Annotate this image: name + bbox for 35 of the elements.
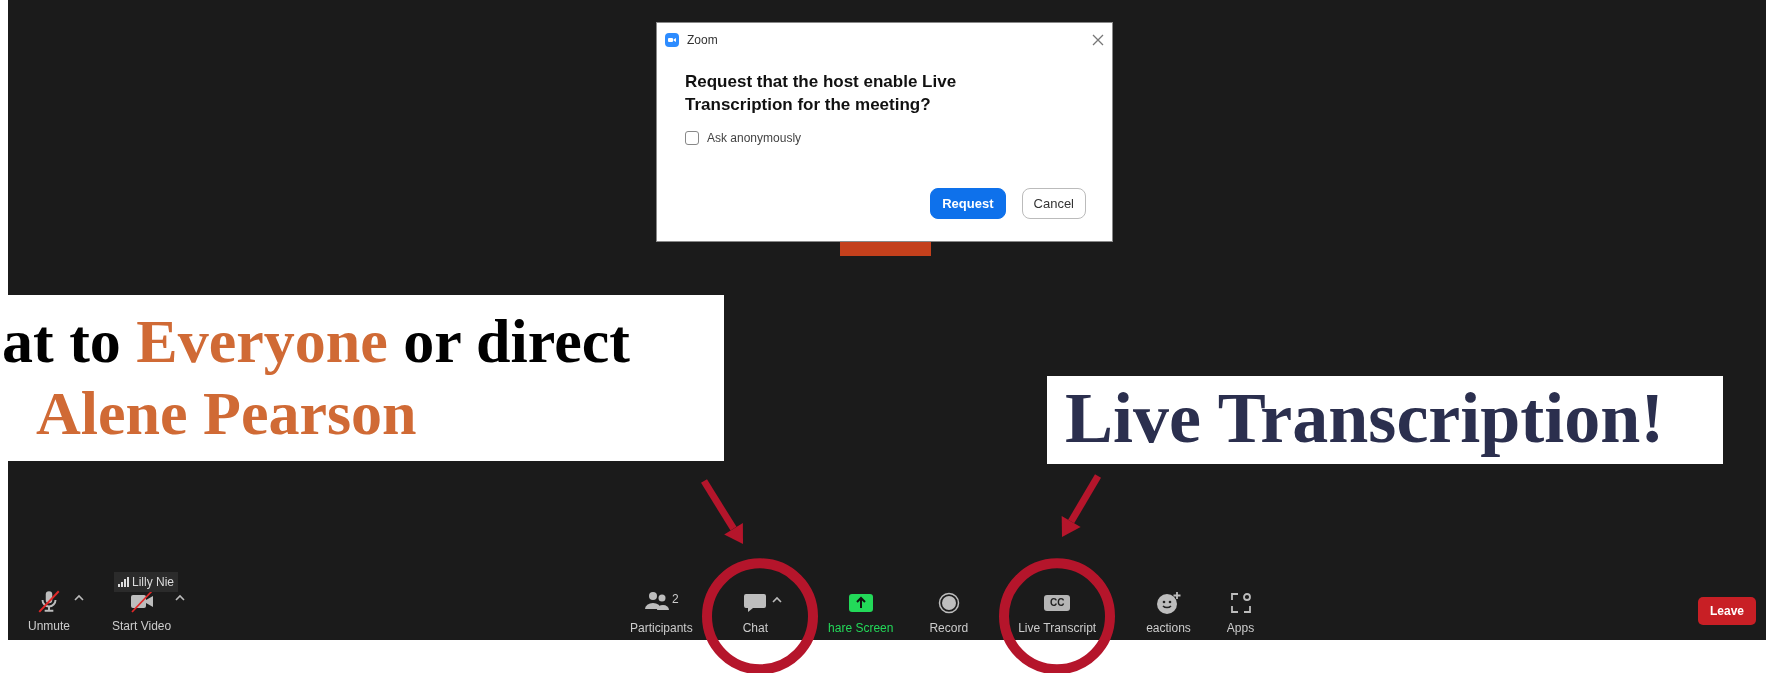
cc-icon: CC (1043, 595, 1071, 611)
apps-icon (1229, 592, 1252, 614)
checkbox-label: Ask anonymously (707, 129, 802, 147)
request-button[interactable]: Request (930, 187, 1006, 219)
arrow (1061, 474, 1101, 537)
camera-logo-icon (665, 33, 679, 47)
caret-icon[interactable] (175, 593, 186, 601)
callout-text: at to Everyone or direct (2, 306, 630, 377)
record-icon (937, 592, 960, 614)
reactions-button[interactable]: eactions (1142, 590, 1195, 637)
mic-button[interactable]: Unmute (24, 587, 75, 635)
close-button[interactable] (1092, 34, 1104, 46)
arrow (701, 479, 743, 544)
cancel-button[interactable]: Cancel (1021, 187, 1086, 219)
transcript-button[interactable]: CC Live Transcript (1014, 590, 1101, 637)
checkbox[interactable] (685, 130, 699, 145)
window-title: Zoom (687, 32, 718, 49)
chat-button[interactable]: Chat (738, 590, 773, 637)
callout-text: Live Transcription! (1065, 377, 1666, 460)
participant-count: 2 (672, 591, 679, 608)
chat-icon (743, 592, 768, 614)
participant-name: Lilly Nie (132, 574, 174, 591)
record-button[interactable]: Record (925, 590, 973, 637)
share-screen-icon (848, 594, 873, 612)
leave-button[interactable]: Leave (1697, 597, 1756, 625)
caret-icon[interactable] (772, 596, 783, 603)
signal-icon (118, 577, 129, 587)
smiley-icon (1155, 591, 1182, 615)
apps-button[interactable]: Apps (1222, 590, 1259, 637)
people-icon (644, 590, 670, 612)
dialog-message: Request that the host enable Live Transcription for the meeting? (685, 71, 958, 116)
share-button[interactable]: hare Screen (824, 590, 898, 637)
callout-text: Alene Pearson (36, 378, 417, 449)
participants-button[interactable]: 2 Participants (626, 590, 697, 637)
caret-icon[interactable] (74, 593, 85, 601)
